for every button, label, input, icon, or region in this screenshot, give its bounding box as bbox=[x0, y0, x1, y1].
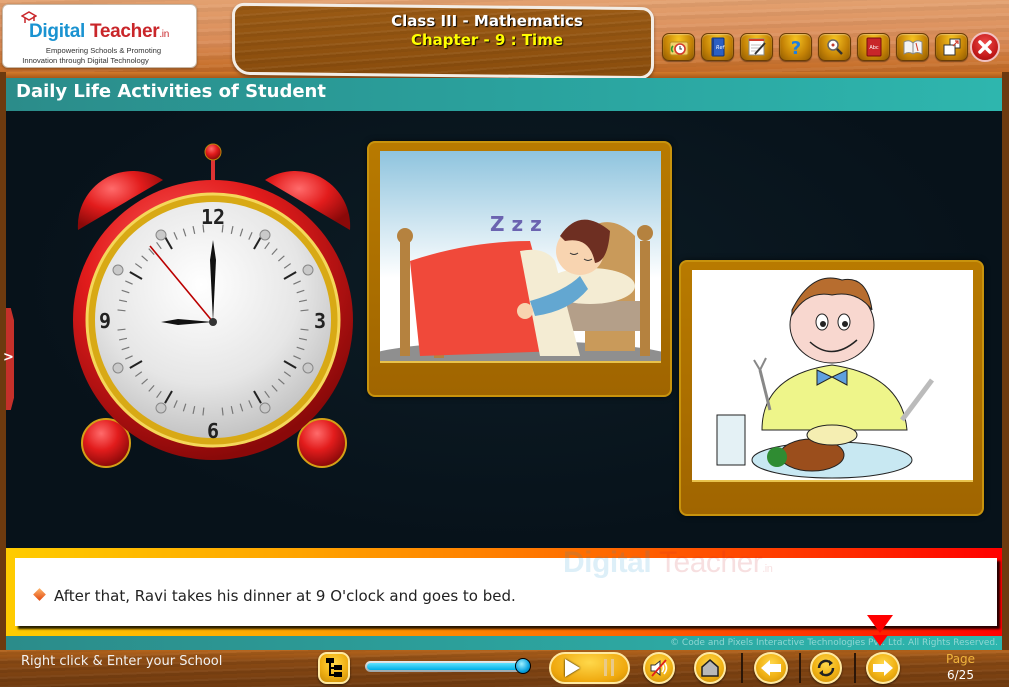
frame-right-border bbox=[1002, 72, 1009, 652]
help-button[interactable]: ? bbox=[779, 33, 812, 61]
digital-teacher-logo: Digital Teacher.in Empowering Schools & … bbox=[2, 4, 197, 68]
window-toggle-button[interactable] bbox=[935, 33, 968, 61]
arrow-right-icon bbox=[873, 660, 893, 676]
numeral-6: 6 bbox=[207, 419, 219, 443]
class-title: Class III - Mathematics bbox=[391, 12, 583, 30]
magnifier-icon bbox=[826, 39, 843, 55]
previous-button[interactable] bbox=[754, 652, 788, 684]
refresh-icon bbox=[817, 659, 835, 677]
alarm-clock-image: 12 3 6 9 bbox=[73, 143, 353, 468]
open-book-icon bbox=[903, 40, 922, 55]
play-icon[interactable] bbox=[565, 659, 580, 677]
arrow-left-icon bbox=[761, 660, 781, 676]
logo-tagline-2: Innovation through Digital Technology bbox=[22, 56, 149, 65]
boy-eating-dinner-image bbox=[692, 270, 973, 482]
numeral-9: 9 bbox=[99, 309, 111, 333]
svg-text:?: ? bbox=[790, 38, 800, 57]
clock-screw bbox=[302, 264, 314, 276]
tree-menu-icon bbox=[326, 658, 342, 677]
page-number: 6/25 bbox=[947, 668, 974, 682]
watermark-digital: Digital bbox=[563, 546, 652, 579]
svg-text:Ref: Ref bbox=[716, 45, 726, 51]
school-prompt[interactable]: Right click & Enter your School bbox=[21, 654, 222, 669]
logo-brand-suffix: .in bbox=[159, 29, 169, 40]
logo-brand-teacher: Teacher bbox=[89, 21, 160, 42]
page-label: Page bbox=[946, 652, 976, 666]
watermark-logo: Digital Teacher.in bbox=[563, 546, 773, 580]
question-mark-icon: ? bbox=[790, 38, 800, 57]
clock-screw bbox=[259, 402, 271, 414]
clock-tick bbox=[300, 328, 309, 331]
replay-button[interactable] bbox=[810, 652, 842, 684]
clock-screw bbox=[155, 229, 167, 241]
logo-brand: Digital Teacher.in bbox=[29, 21, 169, 43]
clock-tick bbox=[202, 407, 205, 416]
pause-icon[interactable] bbox=[604, 659, 614, 676]
watermark-suffix: .in bbox=[762, 563, 773, 575]
top-toolbar: Ref ? Abc bbox=[662, 33, 968, 61]
separator bbox=[854, 653, 856, 683]
separator bbox=[741, 653, 743, 683]
svg-text:Abc: Abc bbox=[869, 45, 879, 51]
numeral-3: 3 bbox=[314, 309, 326, 333]
clock-tick bbox=[117, 328, 126, 331]
clock-tick bbox=[221, 407, 224, 416]
play-pause-control bbox=[549, 652, 630, 684]
separator bbox=[799, 653, 801, 683]
mute-button[interactable] bbox=[643, 652, 675, 684]
zzz-text: Z z z bbox=[490, 212, 542, 236]
copyright-text: © Code and Pixels Interactive Technologi… bbox=[670, 638, 998, 648]
abc-book-icon: Abc bbox=[866, 37, 881, 57]
page-marker-small-icon bbox=[872, 635, 888, 646]
clock-tick bbox=[117, 309, 126, 312]
glossary-button[interactable] bbox=[896, 33, 929, 61]
next-button[interactable] bbox=[866, 652, 900, 684]
menu-button[interactable] bbox=[318, 652, 350, 684]
progress-slider[interactable] bbox=[365, 661, 525, 672]
clock-screw bbox=[112, 264, 124, 276]
close-button[interactable] bbox=[970, 32, 1000, 62]
close-icon bbox=[978, 40, 992, 54]
dictionary-button[interactable]: Abc bbox=[857, 33, 890, 61]
logo-brand-digital: Digital bbox=[29, 21, 85, 42]
logo-tagline-1: Empowering Schools & Promoting bbox=[45, 46, 162, 55]
notepad-pencil-icon bbox=[748, 38, 766, 56]
activity-button[interactable] bbox=[662, 33, 695, 61]
clock-screw bbox=[112, 362, 124, 374]
numeral-12: 12 bbox=[201, 205, 225, 229]
watermark-teacher: Teacher bbox=[659, 546, 763, 579]
ref-book-icon: Ref bbox=[711, 37, 726, 57]
clock-screw bbox=[302, 362, 314, 374]
home-icon bbox=[701, 659, 719, 677]
narration-text: After that, Ravi takes his dinner at 9 O… bbox=[54, 587, 516, 605]
progress-knob[interactable] bbox=[515, 658, 531, 674]
boy-sleeping-image: Z z z bbox=[380, 151, 661, 363]
sleeping-photo-frame: Z z z bbox=[367, 141, 672, 397]
clock-screw bbox=[259, 229, 271, 241]
clock-tick bbox=[300, 309, 309, 312]
progress-fill bbox=[367, 663, 523, 670]
page-marker-icon bbox=[867, 615, 893, 633]
dinner-photo-frame bbox=[679, 260, 984, 516]
reference-button[interactable]: Ref bbox=[701, 33, 734, 61]
search-button[interactable] bbox=[818, 33, 851, 61]
clock-screw bbox=[155, 402, 167, 414]
restore-window-icon bbox=[943, 38, 960, 56]
clock-folder-icon bbox=[669, 41, 688, 56]
chevron-right-icon[interactable]: > bbox=[3, 350, 14, 365]
section-title: Daily Life Activities of Student bbox=[16, 81, 326, 102]
speaker-muted-icon bbox=[650, 659, 668, 677]
home-button[interactable] bbox=[694, 652, 726, 684]
notes-button[interactable] bbox=[740, 33, 773, 61]
